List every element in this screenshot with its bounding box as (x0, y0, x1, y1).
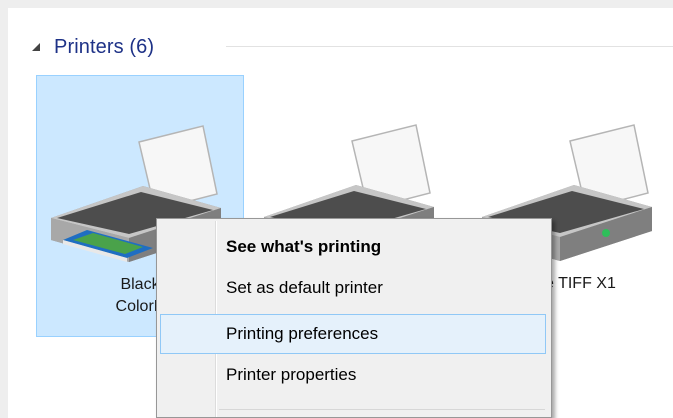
printers-window: Printers (6) Black ColorP c Ice TIFF X1 … (8, 8, 673, 418)
group-title: Printers (6) (54, 35, 155, 58)
menu-item-printer-properties[interactable]: Printer properties (160, 356, 546, 396)
group-divider (226, 46, 673, 47)
menu-separator (219, 409, 545, 410)
menu-item-printing-preferences[interactable]: Printing preferences (160, 314, 546, 354)
triangle-expanded-icon[interactable] (30, 41, 42, 53)
printers-group-header[interactable]: Printers (6) (30, 30, 154, 64)
printer-context-menu: See what's printing Set as default print… (156, 218, 552, 418)
menu-item-see-whats-printing[interactable]: See what's printing (160, 228, 546, 268)
menu-item-set-default-printer[interactable]: Set as default printer (160, 269, 546, 309)
